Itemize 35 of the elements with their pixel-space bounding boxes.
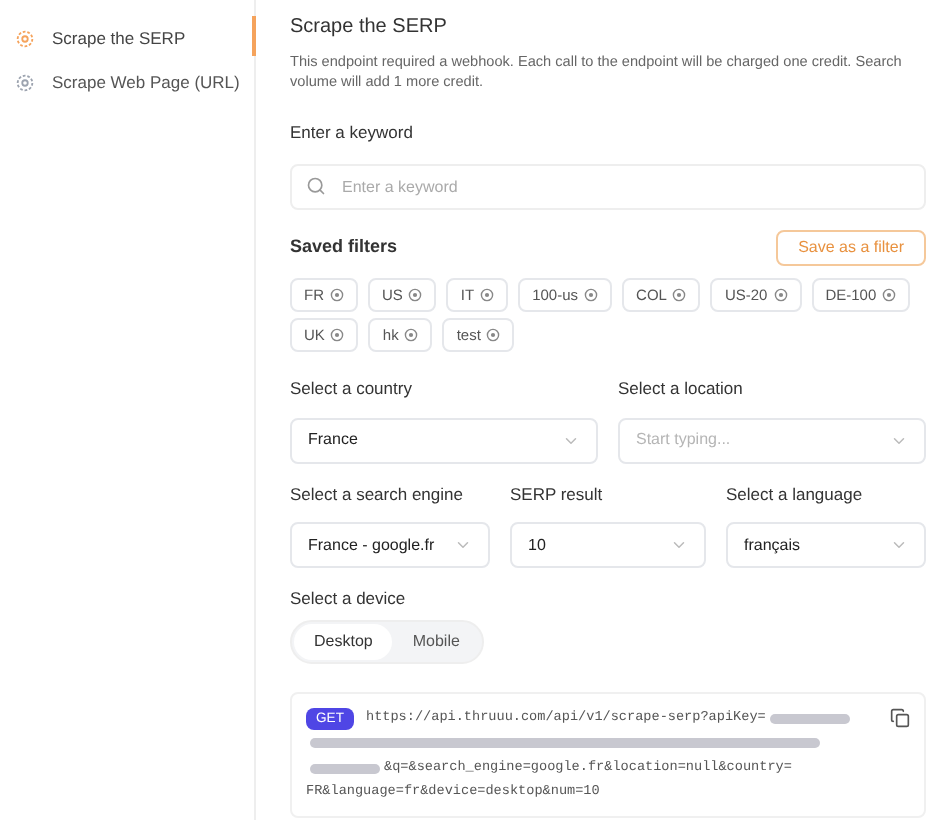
copy-icon[interactable]: [890, 708, 910, 728]
circle-dot-icon: [408, 287, 423, 302]
field-label: SERP result: [510, 481, 605, 507]
sidebar-item[interactable]: Scrape Web Page (URL): [14, 69, 254, 95]
active-indicator: [252, 16, 256, 56]
select-field[interactable]: France - google.fr: [290, 522, 490, 569]
field-label: Select a language: [726, 481, 865, 507]
field-label: Enter a keyword: [290, 120, 415, 146]
circle-dot-icon: [330, 287, 344, 302]
redacted-text: [769, 713, 850, 723]
device-option[interactable]: Mobile: [392, 624, 480, 660]
keyword-search-field[interactable]: Enter a keyword: [290, 163, 926, 210]
gear-icon: [14, 27, 36, 50]
circle-dot-icon: [330, 327, 345, 342]
section-title: Saved filters: [290, 234, 398, 260]
select-field[interactable]: France: [290, 417, 598, 463]
circle-dot-icon: [882, 287, 897, 302]
circle-dot-icon: [584, 287, 599, 302]
circle-dot-icon: [480, 287, 495, 302]
field-label: Select a country: [290, 375, 414, 401]
field-label: Select a device: [290, 586, 408, 612]
sidebar-item[interactable]: Scrape the SERP: [14, 26, 254, 52]
circle-dot-icon: [404, 327, 419, 342]
page-title: Scrape the SERP: [290, 14, 449, 42]
select-field[interactable]: français: [726, 522, 926, 569]
circle-dot-icon: [486, 327, 501, 342]
field-label: Select a search engine: [290, 481, 465, 507]
circle-dot-icon: [672, 287, 687, 302]
select-field[interactable]: 10: [510, 522, 706, 569]
search-icon: [306, 176, 326, 197]
field-label: Select a location: [618, 375, 745, 401]
gear-icon: [14, 71, 36, 94]
redacted-text: [310, 763, 380, 773]
device-option[interactable]: Desktop: [294, 624, 393, 660]
circle-dot-icon: [773, 287, 788, 302]
